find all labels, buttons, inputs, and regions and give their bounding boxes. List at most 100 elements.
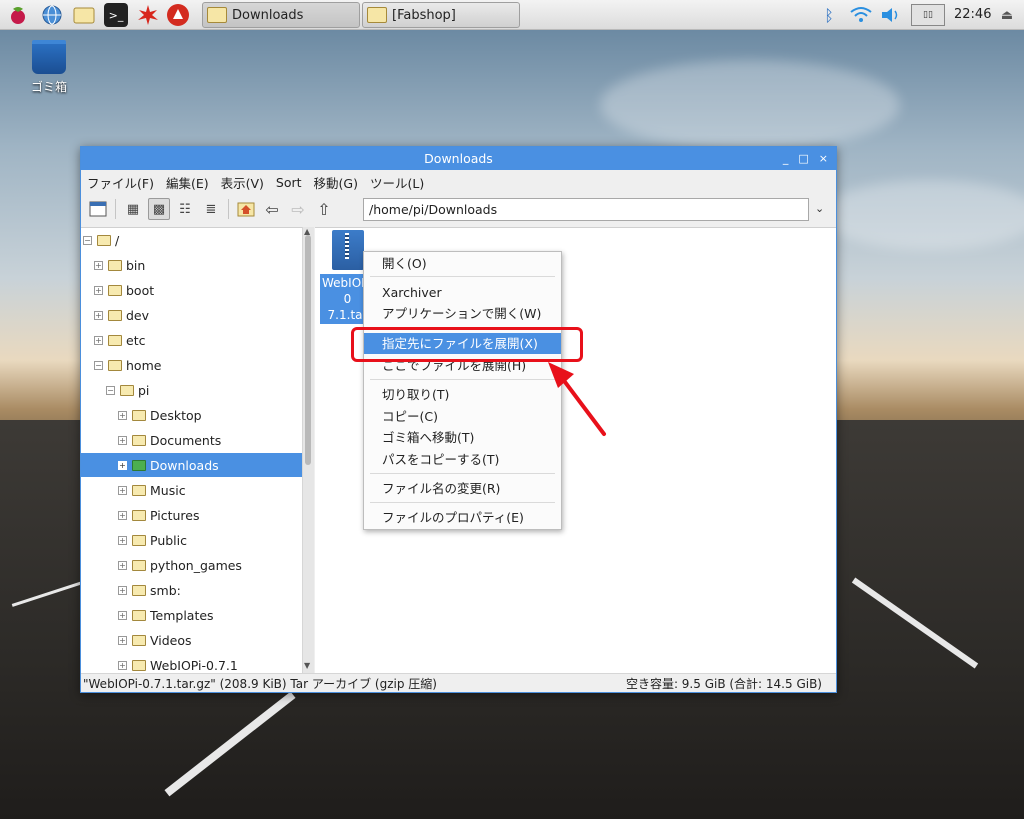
- tree-item-bin[interactable]: + bin: [81, 253, 302, 277]
- taskbar-window-fabshop[interactable]: [Fabshop]: [362, 2, 520, 28]
- collapse-icon[interactable]: −: [83, 235, 92, 245]
- expand-icon[interactable]: +: [118, 635, 127, 645]
- raspberry-menu-icon[interactable]: [6, 3, 30, 27]
- menu-item-xarchiver[interactable]: Xarchiver: [364, 282, 561, 303]
- compact-view-icon[interactable]: ☷: [174, 198, 196, 220]
- wolfram-icon[interactable]: [166, 3, 190, 27]
- tree-item-etc[interactable]: + etc: [81, 328, 302, 352]
- expand-icon[interactable]: +: [118, 485, 127, 495]
- expand-icon[interactable]: +: [118, 510, 127, 520]
- expand-icon[interactable]: +: [94, 310, 103, 320]
- tree-item-public[interactable]: + Public: [81, 528, 302, 552]
- cpu-monitor-icon[interactable]: ▯▯: [910, 0, 946, 30]
- collapse-icon[interactable]: −: [94, 360, 103, 370]
- wifi-icon[interactable]: [848, 0, 874, 30]
- scrollbar-thumb[interactable]: [305, 235, 311, 465]
- tree-item-pictures[interactable]: + Pictures: [81, 503, 302, 527]
- tree-item-python-games[interactable]: + python_games: [81, 553, 302, 577]
- chevron-down-icon[interactable]: ⌄: [815, 202, 824, 215]
- eject-icon[interactable]: ⏏: [996, 0, 1018, 30]
- web-browser-icon[interactable]: [40, 3, 64, 27]
- menu-view[interactable]: 表示(V): [221, 173, 264, 192]
- menu-item-copy-path[interactable]: パスをコピーする(T): [364, 449, 561, 470]
- expand-icon[interactable]: +: [118, 660, 127, 670]
- tree-item-label: WebIOPi-0.7.1: [150, 657, 238, 673]
- tree-item-music[interactable]: + Music: [81, 478, 302, 502]
- menu-item-open[interactable]: 開く(O): [364, 253, 561, 274]
- desktop-trash[interactable]: ゴミ箱: [26, 40, 72, 95]
- tree-item-label: /: [115, 232, 120, 248]
- tree-item-webiopi[interactable]: + WebIOPi-0.7.1: [81, 653, 302, 673]
- directory-tree: − / + bin + boot + dev + etc − home − pi…: [81, 227, 302, 673]
- tree-item-boot[interactable]: + boot: [81, 278, 302, 302]
- forward-arrow-icon[interactable]: ⇨: [287, 198, 309, 220]
- tree-item-label: Pictures: [150, 507, 200, 523]
- expand-icon[interactable]: +: [118, 460, 127, 470]
- home-folder-icon: [120, 384, 134, 396]
- path-input[interactable]: /home/pi/Downloads: [363, 198, 809, 221]
- status-selection: "WebIOPi-0.7.1.tar.gz" (208.9 KiB) Tar ア…: [83, 677, 437, 691]
- tree-item-desktop[interactable]: + Desktop: [81, 403, 302, 427]
- scroll-down-icon[interactable]: ▼: [304, 661, 310, 670]
- terminal-icon[interactable]: >_: [104, 3, 128, 27]
- toolbar-separator: [228, 199, 229, 219]
- bluetooth-icon[interactable]: ᛒ: [818, 0, 840, 30]
- expand-icon[interactable]: +: [94, 260, 103, 270]
- tree-item-label: pi: [138, 382, 150, 398]
- menu-sort[interactable]: Sort: [276, 175, 302, 190]
- tree-item-dev[interactable]: + dev: [81, 303, 302, 327]
- close-button[interactable]: ×: [819, 147, 828, 170]
- tree-scrollbar[interactable]: ▲ ▼: [302, 227, 314, 673]
- volume-icon[interactable]: [878, 0, 904, 30]
- expand-icon[interactable]: +: [94, 335, 103, 345]
- detailed-list-view-icon[interactable]: ≣: [200, 198, 222, 220]
- menu-item-cut[interactable]: 切り取り(T): [364, 384, 561, 405]
- menu-separator: [370, 473, 555, 474]
- home-icon[interactable]: [235, 198, 257, 220]
- tree-item-label: Downloads: [150, 457, 219, 473]
- maximize-button[interactable]: □: [798, 147, 808, 170]
- tree-item-videos[interactable]: + Videos: [81, 628, 302, 652]
- statusbar: "WebIOPi-0.7.1.tar.gz" (208.9 KiB) Tar ア…: [81, 673, 836, 693]
- expand-icon[interactable]: +: [118, 410, 127, 420]
- expand-icon[interactable]: +: [118, 435, 127, 445]
- minimize-button[interactable]: _: [783, 147, 789, 170]
- menu-edit[interactable]: 編集(E): [166, 173, 209, 192]
- new-window-icon[interactable]: [87, 198, 109, 220]
- tree-item-label: Music: [150, 482, 186, 498]
- tree-item-home[interactable]: − home: [81, 353, 302, 377]
- folder-icon: [97, 234, 111, 246]
- menu-item-copy[interactable]: コピー(C): [364, 406, 561, 427]
- menu-item-move-to-trash[interactable]: ゴミ箱へ移動(T): [364, 427, 561, 448]
- tree-item-downloads[interactable]: + Downloads: [81, 453, 302, 477]
- file-manager-icon[interactable]: [72, 3, 96, 27]
- tree-item-smb[interactable]: + smb:: [81, 578, 302, 602]
- expand-icon[interactable]: +: [118, 610, 127, 620]
- menu-separator: [370, 276, 555, 277]
- window-titlebar[interactable]: Downloads _ □ ×: [81, 147, 836, 170]
- menu-item-properties[interactable]: ファイルのプロパティ(E): [364, 507, 561, 528]
- tree-item-pi[interactable]: − pi: [81, 378, 302, 402]
- tree-item-root[interactable]: − /: [81, 228, 302, 252]
- up-arrow-icon[interactable]: ⇧: [313, 198, 335, 220]
- icon-view-icon[interactable]: ▦: [122, 198, 144, 220]
- expand-icon[interactable]: +: [118, 560, 127, 570]
- clock[interactable]: 22:46: [954, 7, 991, 22]
- trash-label: ゴミ箱: [30, 80, 67, 94]
- mathematica-icon[interactable]: [136, 3, 160, 27]
- tree-item-documents[interactable]: + Documents: [81, 428, 302, 452]
- menu-go[interactable]: 移動(G): [314, 173, 358, 192]
- menu-tools[interactable]: ツール(L): [370, 173, 424, 192]
- folder-icon: [367, 7, 387, 23]
- tree-item-templates[interactable]: + Templates: [81, 603, 302, 627]
- back-arrow-icon[interactable]: ⇦: [261, 198, 283, 220]
- menu-item-open-with[interactable]: アプリケーションで開く(W): [364, 303, 561, 324]
- menu-item-rename[interactable]: ファイル名の変更(R): [364, 478, 561, 499]
- taskbar-window-downloads[interactable]: Downloads: [202, 2, 360, 28]
- expand-icon[interactable]: +: [94, 285, 103, 295]
- expand-icon[interactable]: +: [118, 535, 127, 545]
- collapse-icon[interactable]: −: [106, 385, 115, 395]
- expand-icon[interactable]: +: [118, 585, 127, 595]
- menu-file[interactable]: ファイル(F): [87, 173, 154, 192]
- thumbnail-view-icon[interactable]: ▩: [148, 198, 170, 220]
